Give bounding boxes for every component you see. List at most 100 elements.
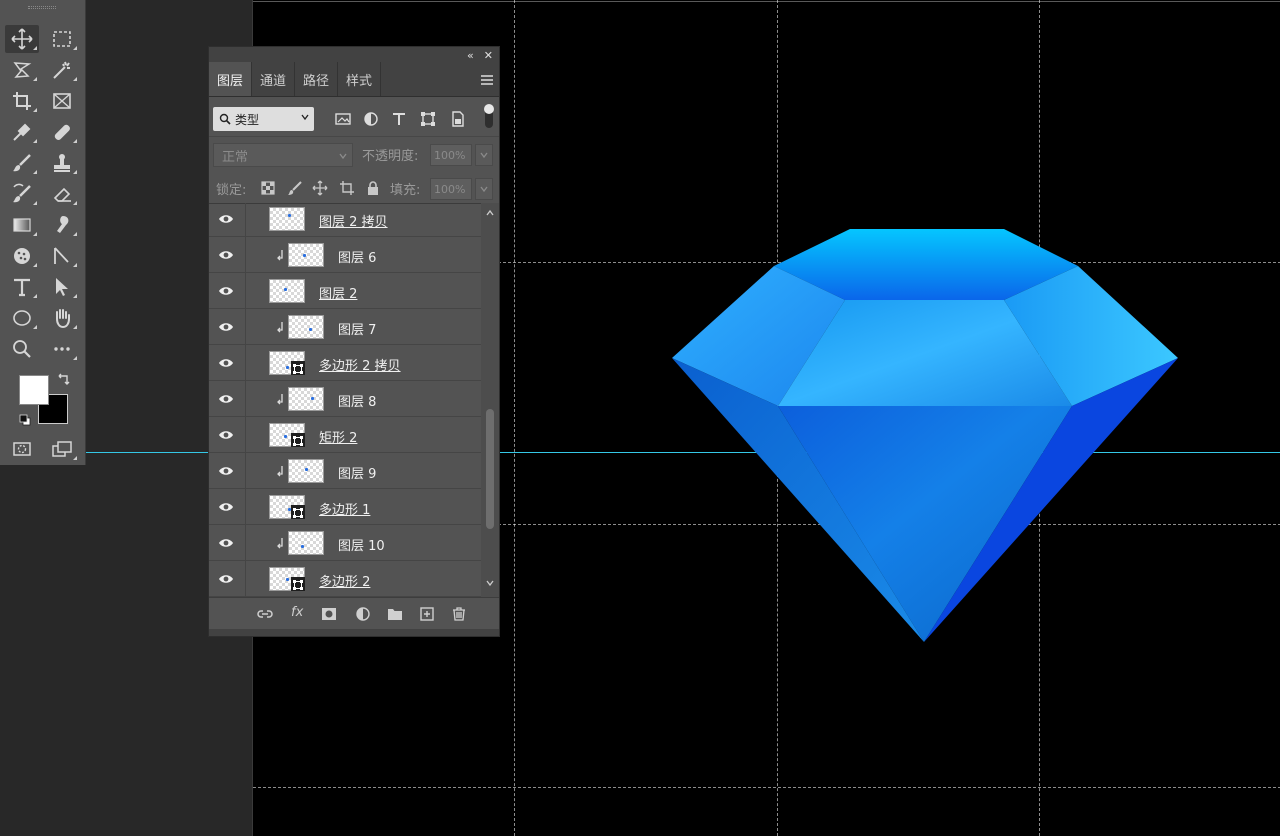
new-layer-icon[interactable] bbox=[419, 607, 435, 621]
visibility-eye-icon[interactable] bbox=[218, 500, 234, 514]
visibility-eye-icon[interactable] bbox=[218, 212, 234, 226]
layer-row[interactable]: 图层 10 bbox=[209, 525, 481, 561]
lock-transparency-icon[interactable] bbox=[260, 180, 276, 196]
layer-name[interactable]: 矩形 2 bbox=[319, 427, 357, 446]
opacity-dropdown[interactable] bbox=[475, 144, 493, 166]
layer-name[interactable]: 图层 10 bbox=[338, 535, 385, 554]
frame-tool[interactable] bbox=[45, 87, 79, 115]
layer-row[interactable]: 图层 2 拷贝 bbox=[209, 203, 481, 237]
panel-resize-grip[interactable] bbox=[209, 629, 499, 636]
filter-type-icon[interactable] bbox=[391, 111, 407, 127]
add-mask-icon[interactable] bbox=[321, 607, 337, 621]
layer-name[interactable]: 多边形 1 bbox=[319, 499, 370, 518]
visibility-eye-icon[interactable] bbox=[218, 464, 234, 478]
lasso-tool[interactable] bbox=[5, 56, 39, 84]
collapse-icon[interactable]: « bbox=[467, 49, 474, 62]
layer-row[interactable]: 多边形 2 拷贝 bbox=[209, 345, 481, 381]
filter-toggle[interactable] bbox=[484, 104, 494, 128]
layer-row[interactable]: 图层 9 bbox=[209, 453, 481, 489]
gradient-tool[interactable] bbox=[5, 211, 39, 239]
stamp-tool[interactable] bbox=[45, 149, 79, 177]
marquee-tool[interactable] bbox=[45, 25, 79, 53]
layer-name[interactable]: 图层 9 bbox=[338, 463, 376, 482]
swap-colors-icon[interactable] bbox=[56, 373, 70, 387]
crop-tool[interactable] bbox=[5, 87, 39, 115]
chevron-down-icon[interactable] bbox=[485, 579, 495, 587]
panel-menu-icon[interactable] bbox=[481, 75, 493, 85]
visibility-eye-icon[interactable] bbox=[218, 392, 234, 406]
layer-name[interactable]: 图层 8 bbox=[338, 391, 376, 410]
visibility-eye-icon[interactable] bbox=[218, 536, 234, 550]
visibility-eye-icon[interactable] bbox=[218, 356, 234, 370]
layer-name[interactable]: 多边形 2 bbox=[319, 571, 370, 590]
move-tool[interactable] bbox=[5, 25, 39, 53]
visibility-eye-icon[interactable] bbox=[218, 320, 234, 334]
quick-mask-button[interactable] bbox=[5, 435, 39, 463]
zoom-tool[interactable] bbox=[5, 335, 39, 363]
guide-vertical[interactable] bbox=[514, 0, 515, 836]
more-tools[interactable] bbox=[45, 335, 79, 363]
chevron-up-icon[interactable] bbox=[485, 209, 495, 217]
delete-layer-icon[interactable] bbox=[451, 607, 467, 621]
magic-wand-tool[interactable] bbox=[45, 56, 79, 84]
fill-input[interactable]: 100% bbox=[430, 178, 472, 200]
opacity-input[interactable]: 100% bbox=[430, 144, 472, 166]
filter-kind-select[interactable]: 类型 bbox=[213, 107, 314, 131]
fill-dropdown[interactable] bbox=[475, 178, 493, 200]
guide-horizontal[interactable] bbox=[253, 787, 1280, 788]
lock-pixels-icon[interactable] bbox=[287, 180, 303, 196]
scrollbar-thumb[interactable] bbox=[486, 409, 494, 529]
toolbar-grip[interactable] bbox=[28, 6, 56, 9]
layer-row[interactable]: 图层 6 bbox=[209, 237, 481, 273]
tab-layers[interactable]: 图层 bbox=[209, 62, 253, 96]
layer-row[interactable]: 多边形 1 bbox=[209, 489, 481, 525]
layer-style-button[interactable]: fx bbox=[291, 605, 303, 620]
default-colors-icon[interactable] bbox=[19, 414, 31, 426]
smudge-tool[interactable] bbox=[45, 211, 79, 239]
visibility-eye-icon[interactable] bbox=[218, 248, 234, 262]
visibility-eye-icon[interactable] bbox=[218, 428, 234, 442]
type-tool[interactable] bbox=[5, 273, 39, 301]
layer-row[interactable]: 矩形 2 bbox=[209, 417, 481, 453]
lock-all-icon[interactable] bbox=[365, 180, 381, 196]
layer-row[interactable]: 图层 7 bbox=[209, 309, 481, 345]
eraser-tool[interactable] bbox=[45, 180, 79, 208]
filter-adjustment-icon[interactable] bbox=[363, 111, 379, 127]
screen-mode-button[interactable] bbox=[45, 435, 79, 463]
blend-mode-select[interactable]: 正常 bbox=[213, 143, 353, 167]
hand-tool[interactable] bbox=[45, 304, 79, 332]
path-selection-tool[interactable] bbox=[45, 273, 79, 301]
layer-name[interactable]: 图层 2 bbox=[319, 283, 357, 302]
guide-vertical[interactable] bbox=[777, 0, 778, 836]
pen-tool[interactable] bbox=[45, 242, 79, 270]
eyedropper-tool[interactable] bbox=[5, 118, 39, 146]
lock-artboard-icon[interactable] bbox=[339, 180, 355, 196]
tab-channels[interactable]: 通道 bbox=[252, 62, 296, 96]
filter-shape-icon[interactable] bbox=[420, 111, 436, 127]
new-group-icon[interactable] bbox=[387, 607, 403, 621]
layer-name[interactable]: 多边形 2 拷贝 bbox=[319, 355, 401, 374]
tab-paths[interactable]: 路径 bbox=[295, 62, 339, 96]
filter-smart-object-icon[interactable] bbox=[450, 111, 466, 127]
adjustment-layer-icon[interactable] bbox=[355, 607, 371, 621]
visibility-eye-icon[interactable] bbox=[218, 284, 234, 298]
link-layers-icon[interactable] bbox=[257, 607, 273, 621]
layers-scrollbar[interactable] bbox=[481, 203, 499, 597]
filter-pixel-icon[interactable] bbox=[335, 111, 351, 127]
history-brush-tool[interactable] bbox=[5, 180, 39, 208]
healing-brush-tool[interactable] bbox=[45, 118, 79, 146]
layer-name[interactable]: 图层 7 bbox=[338, 319, 376, 338]
guide-vertical[interactable] bbox=[1039, 0, 1040, 836]
layer-name[interactable]: 图层 2 拷贝 bbox=[319, 211, 388, 230]
layer-row[interactable]: 图层 8 bbox=[209, 381, 481, 417]
foreground-color-swatch[interactable] bbox=[19, 375, 49, 405]
close-icon[interactable]: ✕ bbox=[484, 49, 493, 62]
layer-row[interactable]: 图层 2 bbox=[209, 273, 481, 309]
brush-tool[interactable] bbox=[5, 149, 39, 177]
sponge-tool[interactable] bbox=[5, 242, 39, 270]
tab-styles[interactable]: 样式 bbox=[338, 62, 382, 96]
layer-row[interactable]: 多边形 2 bbox=[209, 561, 481, 597]
lock-position-icon[interactable] bbox=[312, 180, 328, 196]
ellipse-tool[interactable] bbox=[5, 304, 39, 332]
layer-name[interactable]: 图层 6 bbox=[338, 247, 376, 266]
